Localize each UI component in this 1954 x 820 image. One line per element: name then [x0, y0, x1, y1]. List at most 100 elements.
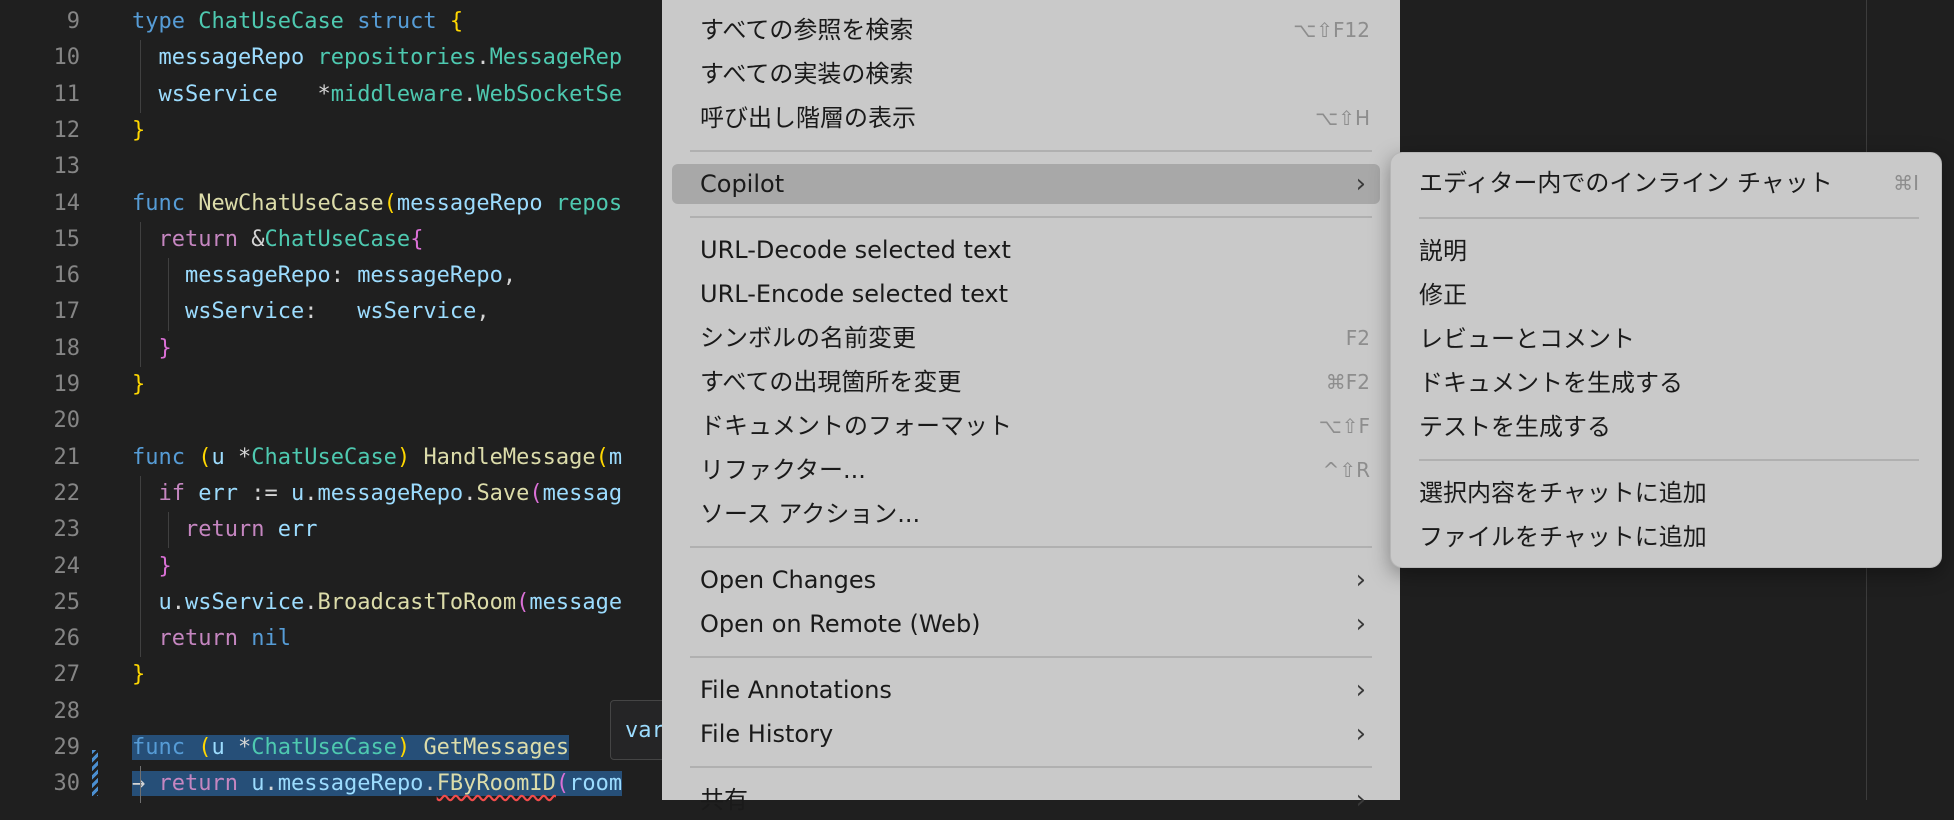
- menu-item-0[interactable]: すべての参照を検索 ⌥⇧F12: [672, 10, 1380, 50]
- code-token: ChatUseCase: [251, 735, 397, 760]
- code-token: return: [158, 626, 238, 652]
- line-number: 10: [53, 45, 81, 71]
- menu-item-label: URL-Decode selected text: [700, 236, 1011, 264]
- code-token: *: [224, 444, 252, 470]
- code-token: (: [198, 735, 212, 760]
- menu-item-copilot[interactable]: Copilot ›: [672, 164, 1380, 204]
- code-token: u: [290, 480, 305, 506]
- menu-item-12[interactable]: ソース アクション...: [672, 494, 1380, 534]
- line-number: 26: [53, 626, 81, 652]
- indent-guide: [140, 475, 141, 658]
- code-text: func NewChatUseCase(messageRepo repos: [132, 186, 622, 222]
- copilot-submenu-item[interactable]: 修正: [1419, 275, 1919, 315]
- code-token: [237, 771, 252, 797]
- submenu-separator: [1419, 459, 1919, 461]
- menu-item-shortcut: ⌥⇧F12: [1293, 18, 1370, 42]
- code-text: messageRepo: messageRepo,: [132, 258, 516, 294]
- code-token: err: [198, 480, 238, 506]
- code-text: func (u *ChatUseCase) HandleMessage(m: [132, 440, 622, 476]
- code-token: :: [330, 263, 358, 289]
- code-token: func: [132, 190, 185, 216]
- code-text: if err := u.messageRepo.Save(messag: [132, 476, 623, 512]
- menu-item-url-decode-selected-text[interactable]: URL-Decode selected text: [672, 230, 1380, 270]
- code-token: :=: [238, 480, 291, 506]
- chevron-right-icon: ›: [1355, 675, 1366, 705]
- menu-item-11[interactable]: リファクター... ^⇧R: [672, 450, 1380, 490]
- code-token: FByRoomID: [436, 771, 556, 797]
- code-token: }: [132, 372, 146, 397]
- menu-item-label: ソース アクション...: [700, 500, 921, 528]
- copilot-submenu-item[interactable]: 選択内容をチャットに追加: [1419, 473, 1919, 513]
- menu-item-1[interactable]: すべての実装の検索: [672, 54, 1380, 94]
- line-number: 11: [53, 81, 81, 107]
- code-token: .: [304, 480, 318, 506]
- code-text: }: [132, 657, 145, 693]
- code-token: MessageRep: [489, 45, 623, 71]
- menu-item-label: URL-Encode selected text: [700, 280, 1009, 308]
- code-token: *: [277, 81, 331, 107]
- copilot-submenu-item[interactable]: エディター内でのインライン チャット ⌘I: [1419, 163, 1919, 203]
- menu-item-file-annotations[interactable]: File Annotations ›: [672, 670, 1380, 710]
- menu-item-url-encode-selected-text[interactable]: URL-Encode selected text: [672, 274, 1380, 314]
- code-token: u: [211, 735, 225, 760]
- menu-item-shortcut: F2: [1345, 326, 1370, 350]
- copilot-submenu-item[interactable]: テストを生成する: [1419, 407, 1919, 447]
- code-text: return nil: [132, 621, 291, 657]
- code-token: ChatUseCase: [198, 9, 344, 34]
- code-token: messageRepo: [317, 480, 464, 506]
- menu-item-open-changes[interactable]: Open Changes ›: [672, 560, 1380, 600]
- menu-item-2[interactable]: 呼び出し階層の表示 ⌥⇧H: [672, 98, 1380, 138]
- code-token: room: [569, 771, 623, 797]
- line-number: 27: [53, 662, 81, 688]
- indent-guide: [168, 258, 169, 331]
- menu-item-8[interactable]: シンボルの名前変更 F2: [672, 318, 1380, 358]
- code-token: messageRepo: [184, 263, 331, 289]
- chevron-right-icon: ›: [1355, 609, 1366, 639]
- submenu-item-label: テストを生成する: [1419, 413, 1611, 441]
- code-token: .: [476, 45, 490, 71]
- copilot-submenu-item[interactable]: ファイルをチャットに追加: [1419, 517, 1919, 557]
- submenu-item-label: 修正: [1419, 281, 1467, 309]
- line-number: 25: [53, 589, 81, 615]
- code-token: .: [463, 81, 477, 107]
- menu-item-file-history[interactable]: File History ›: [672, 714, 1380, 754]
- code-text: u.wsService.BroadcastToRoom(message: [132, 585, 623, 621]
- code-token: *: [224, 735, 252, 760]
- menu-item-9[interactable]: すべての出現箇所を変更 ⌘F2: [672, 362, 1380, 402]
- code-text: }: [132, 367, 145, 403]
- menu-item-10[interactable]: ドキュメントのフォーマット ⌥⇧F: [672, 406, 1380, 446]
- indent-guide: [140, 40, 141, 113]
- line-number: 30: [53, 771, 81, 797]
- line-number: 23: [53, 517, 81, 543]
- menu-item-label: Copilot: [700, 170, 785, 198]
- menu-item-20[interactable]: 共有 ›: [672, 780, 1380, 820]
- copilot-submenu-item[interactable]: ドキュメントを生成する: [1419, 363, 1919, 403]
- code-text: }: [132, 113, 145, 149]
- code-token: ,: [502, 263, 517, 289]
- code-token: :: [304, 299, 358, 325]
- chevron-right-icon: ›: [1355, 785, 1366, 815]
- menu-item-open-on-remote-web[interactable]: Open on Remote (Web) ›: [672, 604, 1380, 644]
- code-token: message: [529, 589, 623, 615]
- code-token: ): [396, 444, 411, 470]
- copilot-submenu-item[interactable]: レビューとコメント: [1419, 319, 1919, 359]
- menu-item-label: Open Changes: [700, 566, 877, 594]
- copilot-submenu-item[interactable]: 説明: [1419, 231, 1919, 271]
- menu-item-label: シンボルの名前変更: [700, 324, 916, 352]
- submenu-item-label: ドキュメントを生成する: [1419, 369, 1683, 397]
- code-token: .: [463, 480, 477, 506]
- code-token: ): [396, 735, 411, 760]
- code-token: .: [171, 589, 185, 615]
- diff-gutter-marker[interactable]: [92, 750, 98, 796]
- code-token: ChatUseCase: [264, 226, 411, 252]
